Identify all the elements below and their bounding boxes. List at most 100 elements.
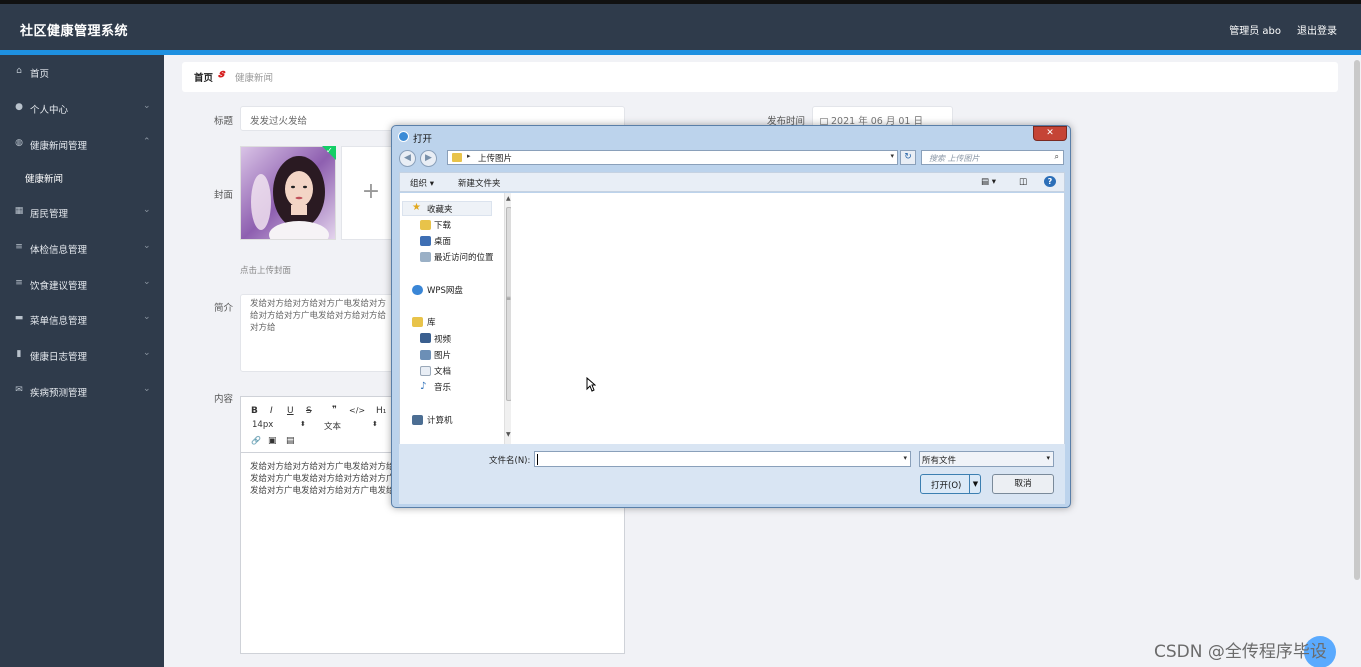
address-bar[interactable]: ▸ 上传图片 ▾ xyxy=(447,150,898,165)
sidebar-item-diet[interactable]: ≡ 饮食建议管理 ⌄ xyxy=(0,270,164,298)
editor-line: 发给对方广电发给对方给对方广电发给对方给对方 xyxy=(250,486,395,496)
view-options-icon[interactable]: ▤ ▾ xyxy=(981,177,996,187)
strike-button[interactable]: S xyxy=(306,406,312,416)
grid-icon: ▦ xyxy=(14,206,24,216)
sidebar-item-residents[interactable]: ▦ 居民管理 ⌄ xyxy=(0,198,164,226)
open-button-label: 打开(O) xyxy=(931,481,962,491)
image-icon[interactable]: ▣ xyxy=(268,436,277,446)
text-caret xyxy=(537,454,538,465)
watermark: CSDN @全传程序毕设 xyxy=(1154,642,1327,662)
nav-favorites[interactable]: 收藏夹 xyxy=(427,203,453,215)
sidebar-item-label: 健康新闻管理 xyxy=(30,141,88,152)
cloud-icon xyxy=(412,285,423,295)
editor-content[interactable]: 发给对方给对方给对方广电发给对方给对方 发给对方广电发给对方给对方给对方广电发 … xyxy=(250,461,395,497)
breadcrumb-home[interactable]: 首页 xyxy=(194,70,213,84)
scroll-up-icon[interactable]: ▲ xyxy=(506,195,511,202)
dialog-app-icon xyxy=(398,131,409,142)
user-name[interactable]: 管理员 abo xyxy=(1229,22,1281,37)
nav-computer[interactable]: 计算机 xyxy=(427,414,453,426)
chevron-down-icon[interactable]: ▾ xyxy=(890,152,894,160)
dialog-title: 打开 xyxy=(413,134,433,145)
chevron-down-icon: ⌄ xyxy=(143,277,151,287)
nav-videos[interactable]: 视频 xyxy=(434,333,451,345)
font-size-select[interactable]: 14px xyxy=(252,420,273,430)
quote-button[interactable]: ❞ xyxy=(332,405,337,415)
chevron-down-icon: ▾ xyxy=(1046,454,1050,462)
calendar-icon xyxy=(820,118,828,125)
chevron-down-icon[interactable]: ▾ xyxy=(903,454,907,462)
back-button[interactable]: ◀ xyxy=(399,150,416,167)
nav-library[interactable]: 库 xyxy=(427,316,436,328)
sidebar-item-label: 疾病预测管理 xyxy=(30,388,88,399)
nav-documents[interactable]: 文档 xyxy=(434,365,451,377)
chevron-down-icon: ⌄ xyxy=(143,241,151,251)
code-button[interactable]: </> xyxy=(349,406,365,415)
underline-button[interactable]: U xyxy=(287,406,294,416)
desc-textarea[interactable]: 发给对方给对方给对方广电发给对方给对方给对方广电发给对方给对方给对方给 xyxy=(240,294,400,372)
chevron-up-icon: ⌃ xyxy=(143,137,151,147)
sidebar-subitem-news[interactable]: 健康新闻 xyxy=(25,171,63,185)
cover-image[interactable] xyxy=(240,146,336,240)
star-icon: ★ xyxy=(412,202,421,213)
content-label: 内容 xyxy=(214,394,234,405)
h1-button[interactable]: H₁ xyxy=(376,406,386,416)
scroll-down-icon[interactable]: ▼ xyxy=(506,431,511,438)
cover-hint: 点击上传封面 xyxy=(240,266,292,276)
nav-downloads[interactable]: 下载 xyxy=(434,219,451,231)
page-scrollbar[interactable] xyxy=(1354,60,1360,580)
filename-input[interactable]: ▾ xyxy=(534,451,911,467)
new-folder-button[interactable]: 新建文件夹 xyxy=(458,177,501,189)
filetype-select[interactable]: 所有文件 ▾ xyxy=(919,451,1054,467)
organize-button[interactable]: 组织 ▾ xyxy=(410,177,434,189)
text-style-select[interactable]: 文本 xyxy=(324,420,341,432)
open-split-arrow-icon[interactable]: ▼ xyxy=(969,475,981,493)
sidebar-item-checkup[interactable]: ≡ 体检信息管理 ⌄ xyxy=(0,234,164,262)
sidebar-item-menu[interactable]: ▬ 菜单信息管理 ⌄ xyxy=(0,305,164,333)
chart-icon: ▮ xyxy=(16,349,22,359)
forward-button[interactable]: ▶ xyxy=(420,150,437,167)
sidebar-item-label: 菜单信息管理 xyxy=(30,316,88,327)
sidebar: ⌂ 首页 ● 个人中心 ⌄ ◍ 健康新闻管理 ⌃ 健康新闻 ▦ 居民管理 ⌄ ≡… xyxy=(0,55,164,667)
close-button[interactable]: ✕ xyxy=(1033,126,1067,141)
chevron-down-icon: ⌄ xyxy=(143,101,151,111)
home-icon: ⌂ xyxy=(16,66,22,76)
open-button[interactable]: 打开(O) ▼ xyxy=(920,474,981,494)
nav-desktop[interactable]: 桌面 xyxy=(434,235,451,247)
breadcrumb-separator-icon: 𝒔 xyxy=(218,67,225,80)
check-icon: ✓ xyxy=(322,146,336,160)
person-icon: ● xyxy=(15,102,23,112)
sidebar-item-home[interactable]: ⌂ 首页 xyxy=(0,58,164,86)
logout-link[interactable]: 退出登录 xyxy=(1297,22,1337,37)
sidebar-item-label: 首页 xyxy=(30,69,50,80)
sidebar-item-label: 健康日志管理 xyxy=(30,352,88,363)
cover-label: 封面 xyxy=(214,190,234,201)
nav-wps[interactable]: WPS网盘 xyxy=(427,284,463,296)
bold-button[interactable]: B xyxy=(251,406,258,416)
search-icon: ⌕ xyxy=(1054,152,1059,161)
refresh-button[interactable]: ↻ xyxy=(900,150,916,165)
italic-button[interactable]: I xyxy=(270,406,273,416)
path-arrow-icon: ▸ xyxy=(467,152,471,160)
sidebar-item-disease[interactable]: ✉ 疾病预测管理 ⌄ xyxy=(0,377,164,405)
nav-music[interactable]: 音乐 xyxy=(434,381,451,393)
video-icon[interactable]: ▤ xyxy=(286,436,295,446)
link-icon[interactable]: 🔗 xyxy=(251,436,261,445)
mail-icon: ✉ xyxy=(15,385,23,395)
nav-recent[interactable]: 最近访问的位置 xyxy=(434,251,494,263)
sidebar-item-news[interactable]: ◍ 健康新闻管理 ⌃ xyxy=(0,130,164,158)
preview-pane-icon[interactable]: ◫ xyxy=(1019,177,1027,187)
file-list-pane[interactable] xyxy=(511,193,1065,444)
help-icon[interactable]: ? xyxy=(1044,176,1056,187)
filename-label: 文件名(N): xyxy=(489,456,531,466)
sidebar-item-label: 个人中心 xyxy=(30,105,69,116)
title-label: 标题 xyxy=(214,116,234,127)
folder-icon xyxy=(452,153,462,162)
cancel-button[interactable]: 取消 xyxy=(992,474,1054,494)
sidebar-item-log[interactable]: ▮ 健康日志管理 ⌄ xyxy=(0,341,164,369)
search-input[interactable]: 搜索 上传图片 ⌕ xyxy=(921,150,1064,165)
top-header: 社区健康管理系统 管理员 abo 退出登录 xyxy=(0,0,1361,55)
sidebar-item-personal[interactable]: ● 个人中心 ⌄ xyxy=(0,94,164,122)
document-icon xyxy=(420,366,431,376)
chevron-down-icon: ⌄ xyxy=(143,384,151,394)
nav-pictures[interactable]: 图片 xyxy=(434,349,451,361)
